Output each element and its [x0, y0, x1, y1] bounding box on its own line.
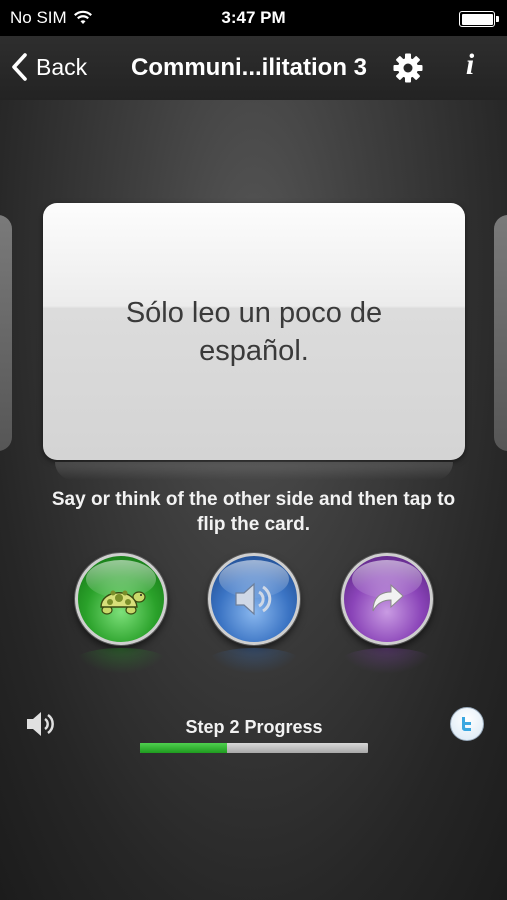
twitter-icon[interactable]: [450, 707, 484, 741]
flip-card-button[interactable]: [341, 553, 433, 645]
progress-bar: [140, 743, 368, 753]
slow-turtle-button[interactable]: [75, 553, 167, 645]
chevron-left-icon: [12, 53, 27, 81]
previous-card[interactable]: [0, 215, 12, 451]
back-button[interactable]: Back: [10, 52, 87, 82]
navigation-bar: Back Communi...ilitation 3 i: [0, 36, 507, 100]
play-audio-button[interactable]: [208, 553, 300, 645]
instruction-text: Say or think of the other side and then …: [51, 489, 456, 535]
speaker-icon: [235, 582, 272, 616]
card-reflection: [55, 462, 453, 480]
curved-arrow-icon: [372, 583, 404, 612]
button-reflection: [341, 648, 433, 674]
back-label: Back: [36, 53, 88, 80]
status-bar: No SIM 3:47 PM: [0, 0, 507, 36]
info-icon[interactable]: i: [458, 48, 482, 82]
flashcard-text: Sólo leo un poco de español.: [125, 296, 383, 367]
next-card[interactable]: [494, 215, 507, 451]
app-screen: No SIM 3:47 PM Back Communi...ilitation …: [0, 0, 507, 900]
turtle-icon: [100, 590, 146, 615]
battery-level: [461, 13, 493, 25]
progress-fill: [140, 743, 227, 753]
twitter-bird-icon: [462, 717, 471, 731]
status-time: 3:47 PM: [221, 8, 286, 27]
button-reflection: [75, 648, 167, 674]
battery-tip: [496, 16, 499, 22]
gear-icon[interactable]: [392, 52, 424, 84]
battery-icon: [459, 11, 499, 27]
flashcard[interactable]: Sólo leo un poco de español.: [43, 203, 465, 460]
page-title: Communi...ilitation 3: [131, 54, 368, 81]
button-reflection: [208, 648, 300, 674]
progress-label: Step 2 Progress: [185, 717, 323, 737]
speaker-icon[interactable]: [24, 708, 58, 740]
